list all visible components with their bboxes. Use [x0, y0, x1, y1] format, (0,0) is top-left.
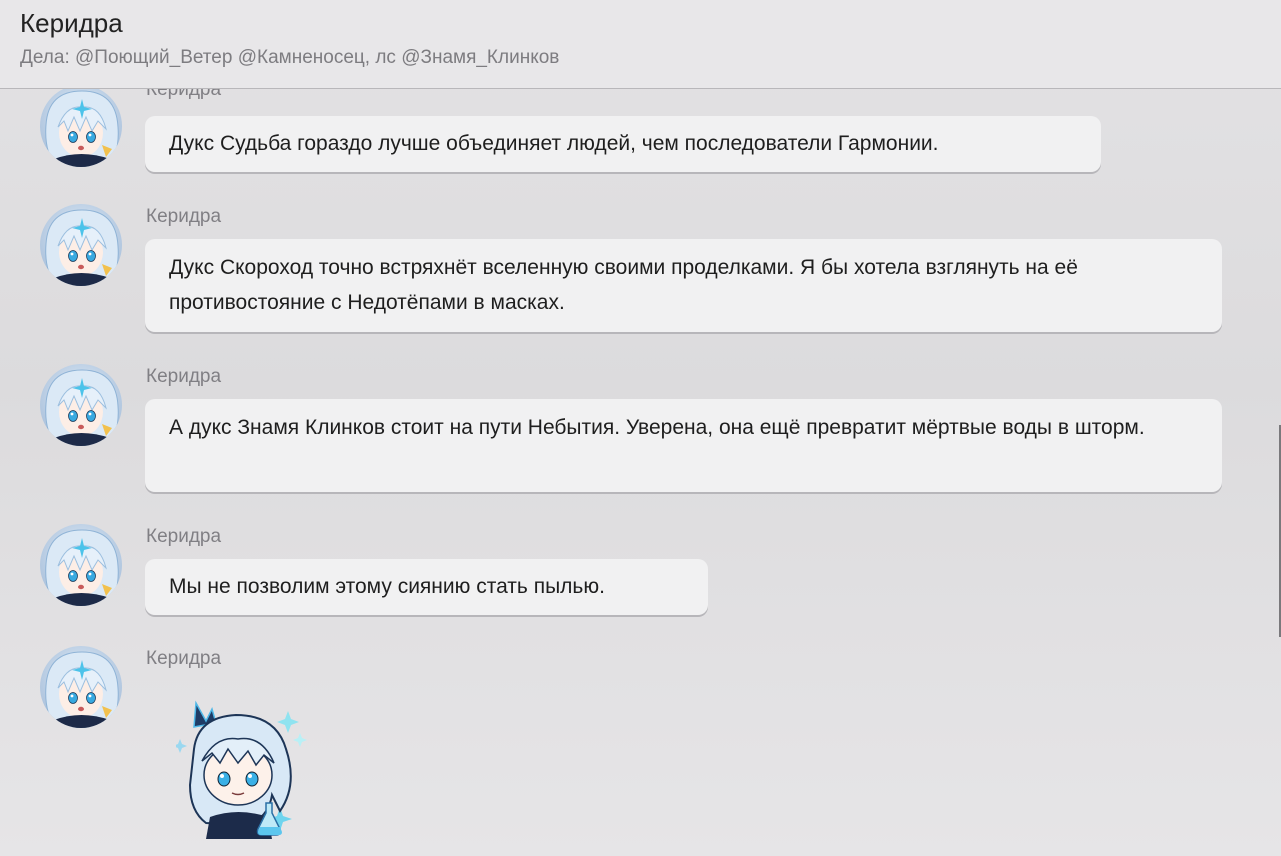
- chat-subtitle: Дела: @Поющий_Ветер @Камненосец, лс @Зна…: [20, 47, 560, 68]
- keridra-sticker-icon[interactable]: [173, 699, 312, 839]
- message-sender: Керидра: [146, 366, 222, 387]
- message-item: Керидра Дукс Скороход точно встряхнёт вс…: [0, 204, 1281, 334]
- chat-header: Керидра Дела: @Поющий_Ветер @Камненосец,…: [0, 0, 1281, 89]
- message-item: Керидра Мы не позволим этому сиянию стат…: [0, 524, 1281, 624]
- message-item: Керидра А дукс Знамя Клинков стоит на пу…: [0, 364, 1281, 494]
- message-sender: Керидра: [146, 89, 222, 100]
- message-sender: Керидра: [146, 206, 222, 227]
- sparkle-icon: [277, 711, 299, 733]
- message-bubble[interactable]: Дукс Судьба гораздо лучше объединяет люд…: [145, 116, 1101, 172]
- message-item: Керидра Дукс Судьба гораздо лучше объеди…: [0, 89, 1281, 179]
- message-sender: Керидра: [146, 648, 222, 669]
- message-feed[interactable]: Керидра Дукс Судьба гораздо лучше объеди…: [0, 89, 1281, 856]
- message-bubble[interactable]: А дукс Знамя Клинков стоит на пути Небыт…: [145, 399, 1222, 492]
- keridra-avatar-icon[interactable]: [40, 204, 122, 286]
- chat-window: Керидра Дела: @Поющий_Ветер @Камненосец,…: [0, 0, 1281, 856]
- message-bubble[interactable]: Дукс Скороход точно встряхнёт вселенную …: [145, 239, 1222, 332]
- keridra-avatar-icon[interactable]: [40, 364, 122, 446]
- keridra-avatar-icon[interactable]: [40, 524, 122, 606]
- keridra-avatar-icon[interactable]: [40, 646, 122, 728]
- keridra-avatar-icon[interactable]: [40, 89, 122, 167]
- chat-title: Керидра: [20, 8, 123, 38]
- message-sender: Керидра: [146, 526, 222, 547]
- message-bubble[interactable]: Мы не позволим этому сиянию стать пылью.: [145, 559, 708, 615]
